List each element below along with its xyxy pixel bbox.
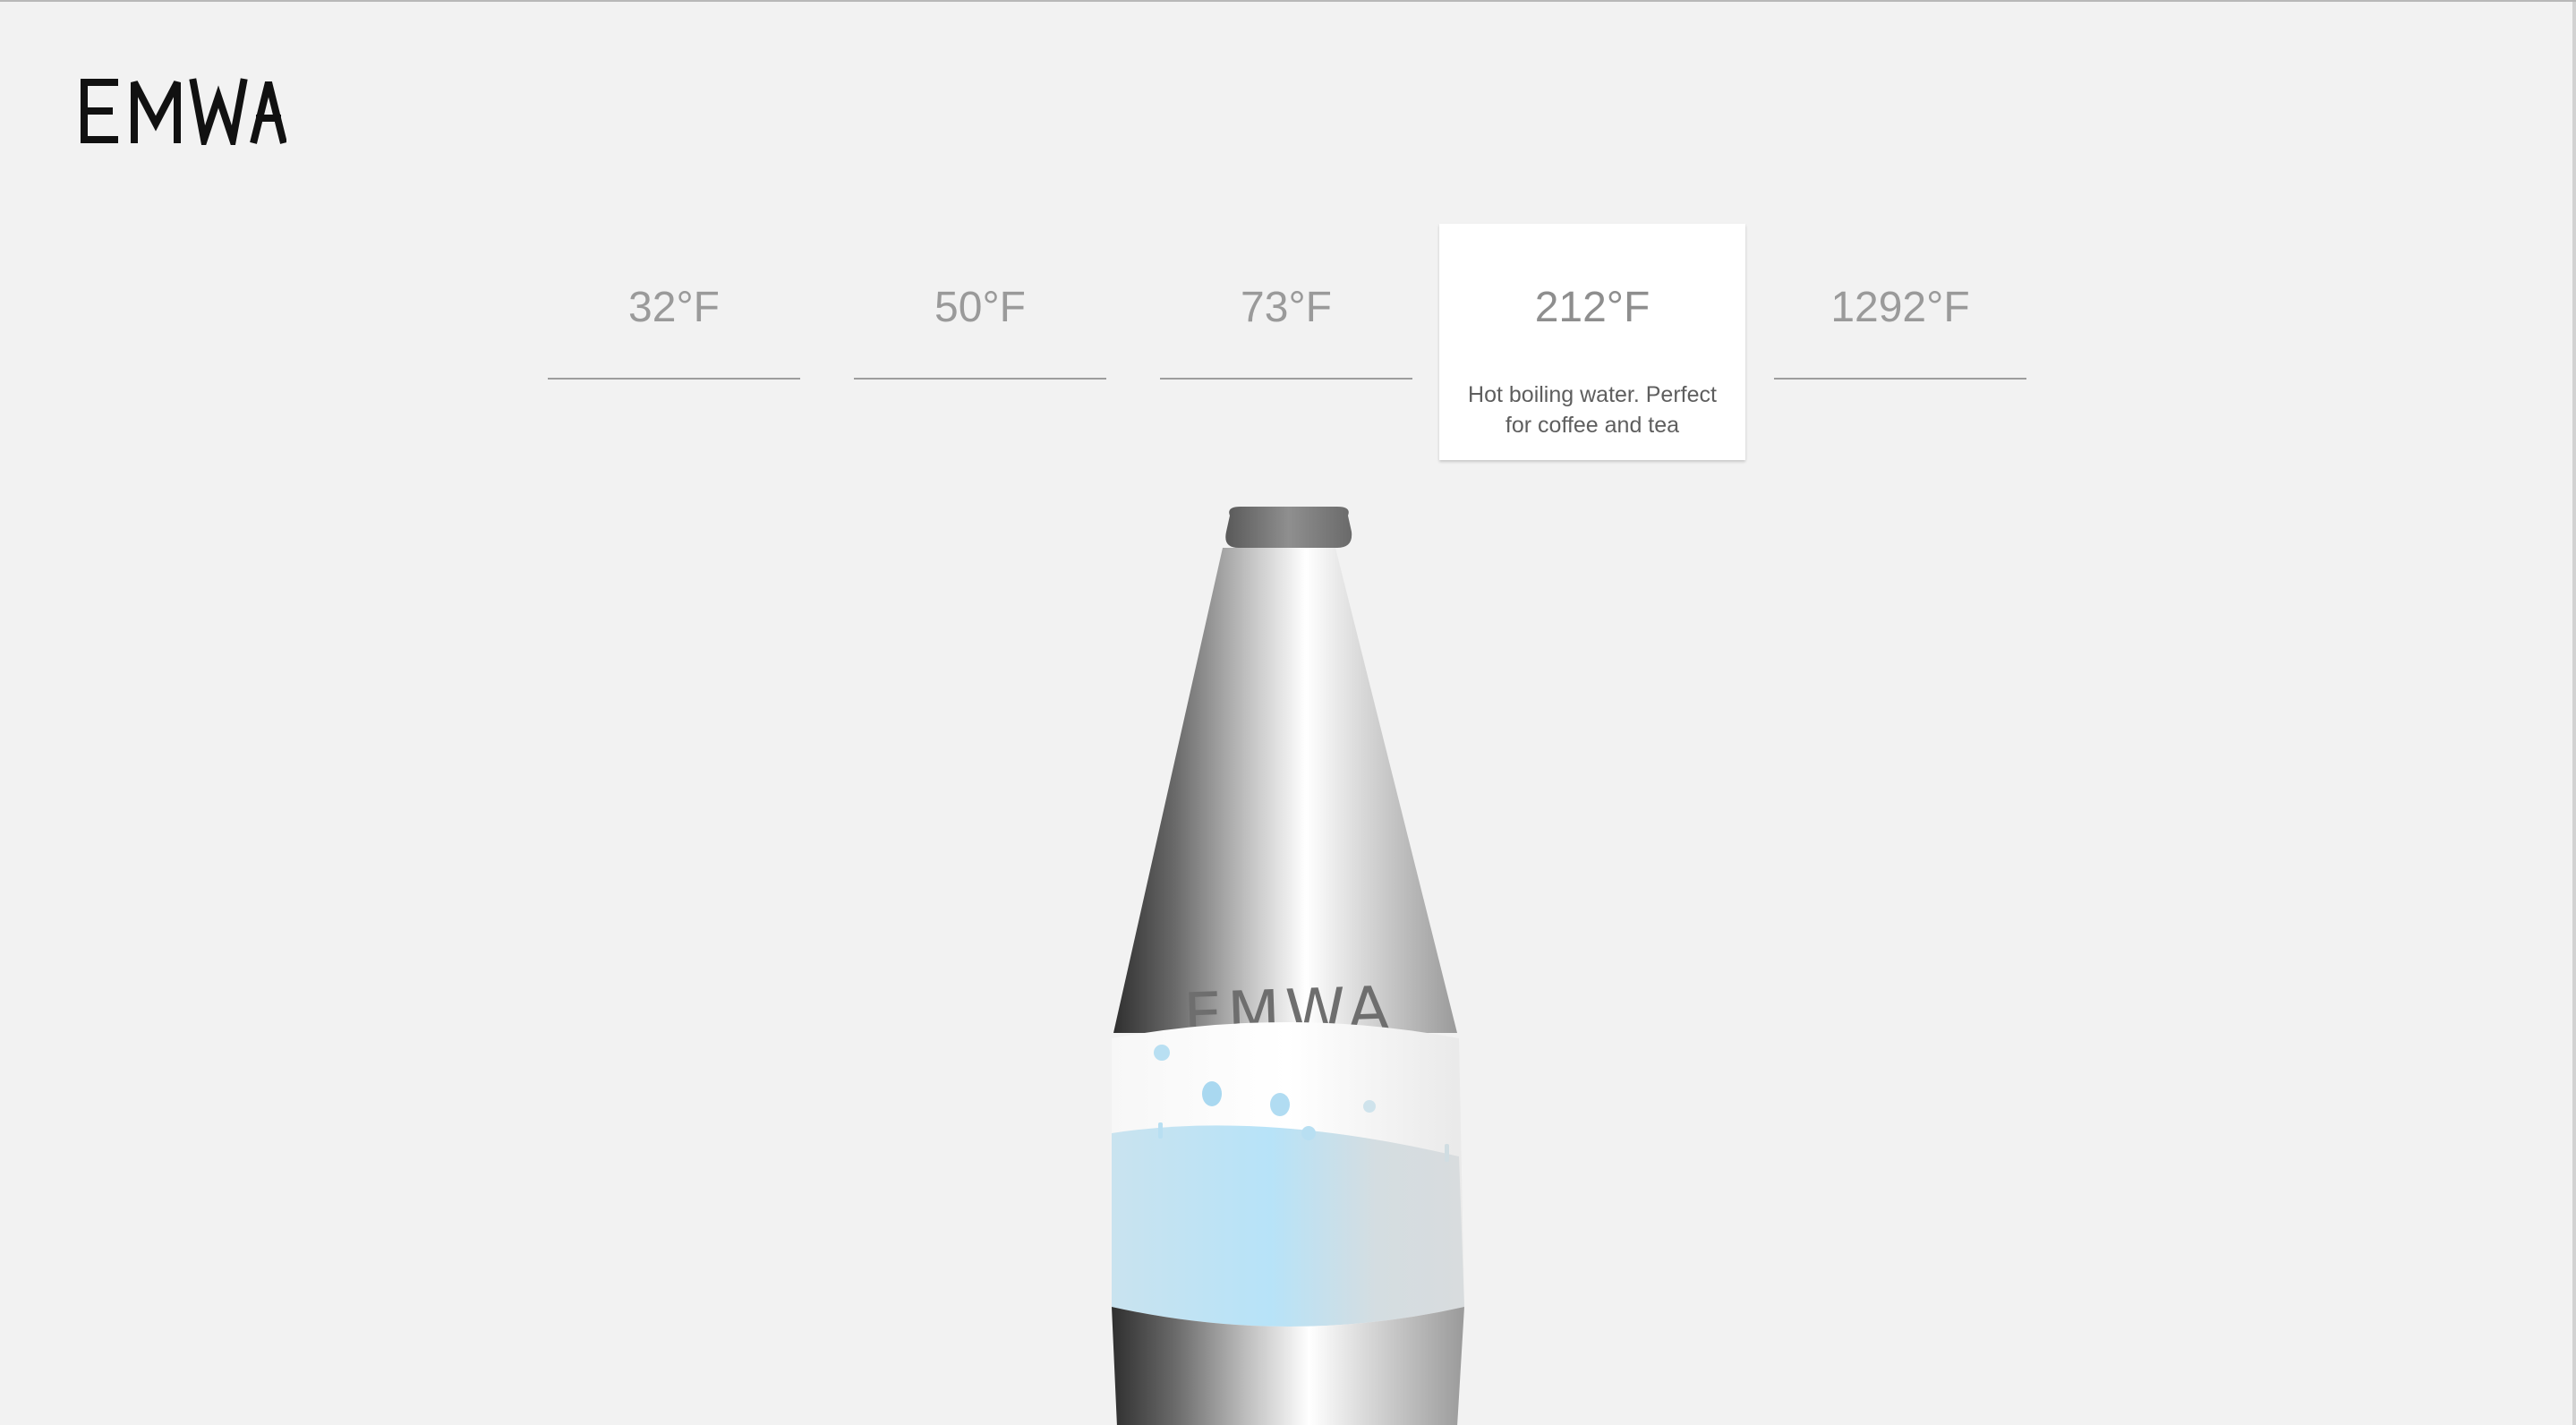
tab-50f[interactable]: 50°F: [854, 224, 1106, 380]
temperature-tabs: 32°F 50°F 73°F 212°F Hot boiling water. …: [548, 224, 2026, 462]
tab-label: 73°F: [1241, 284, 1332, 331]
page: 32°F 50°F 73°F 212°F Hot boiling water. …: [0, 0, 2576, 1425]
tab-underline: [854, 378, 1106, 380]
logo-mark: [81, 78, 286, 145]
bottle-illustration: EMWA: [1101, 505, 1477, 1425]
tab-underline: [548, 378, 800, 380]
bottle-shoulder: [1113, 548, 1457, 1033]
tab-label: 1292°F: [1830, 284, 1970, 331]
tab-73f[interactable]: 73°F: [1160, 224, 1412, 380]
tab-32f[interactable]: 32°F: [548, 224, 800, 380]
tab-212f[interactable]: 212°F Hot boiling water. Perfect for cof…: [1439, 224, 1745, 460]
tab-label: 50°F: [934, 284, 1026, 331]
tab-label: 32°F: [628, 284, 720, 331]
tab-description: Hot boiling water. Perfect for coffee an…: [1468, 382, 1717, 438]
tab-1292f[interactable]: 1292°F: [1774, 224, 2026, 380]
emwa-logo[interactable]: [79, 77, 286, 145]
bottle-glass-band: [1112, 1022, 1464, 1327]
bottle-cap: [1225, 507, 1352, 548]
tab-underline: [1160, 378, 1412, 380]
tab-underline: [1774, 378, 2026, 380]
tab-label: 212°F: [1534, 284, 1651, 331]
window-right-edge: [2572, 2, 2576, 1425]
